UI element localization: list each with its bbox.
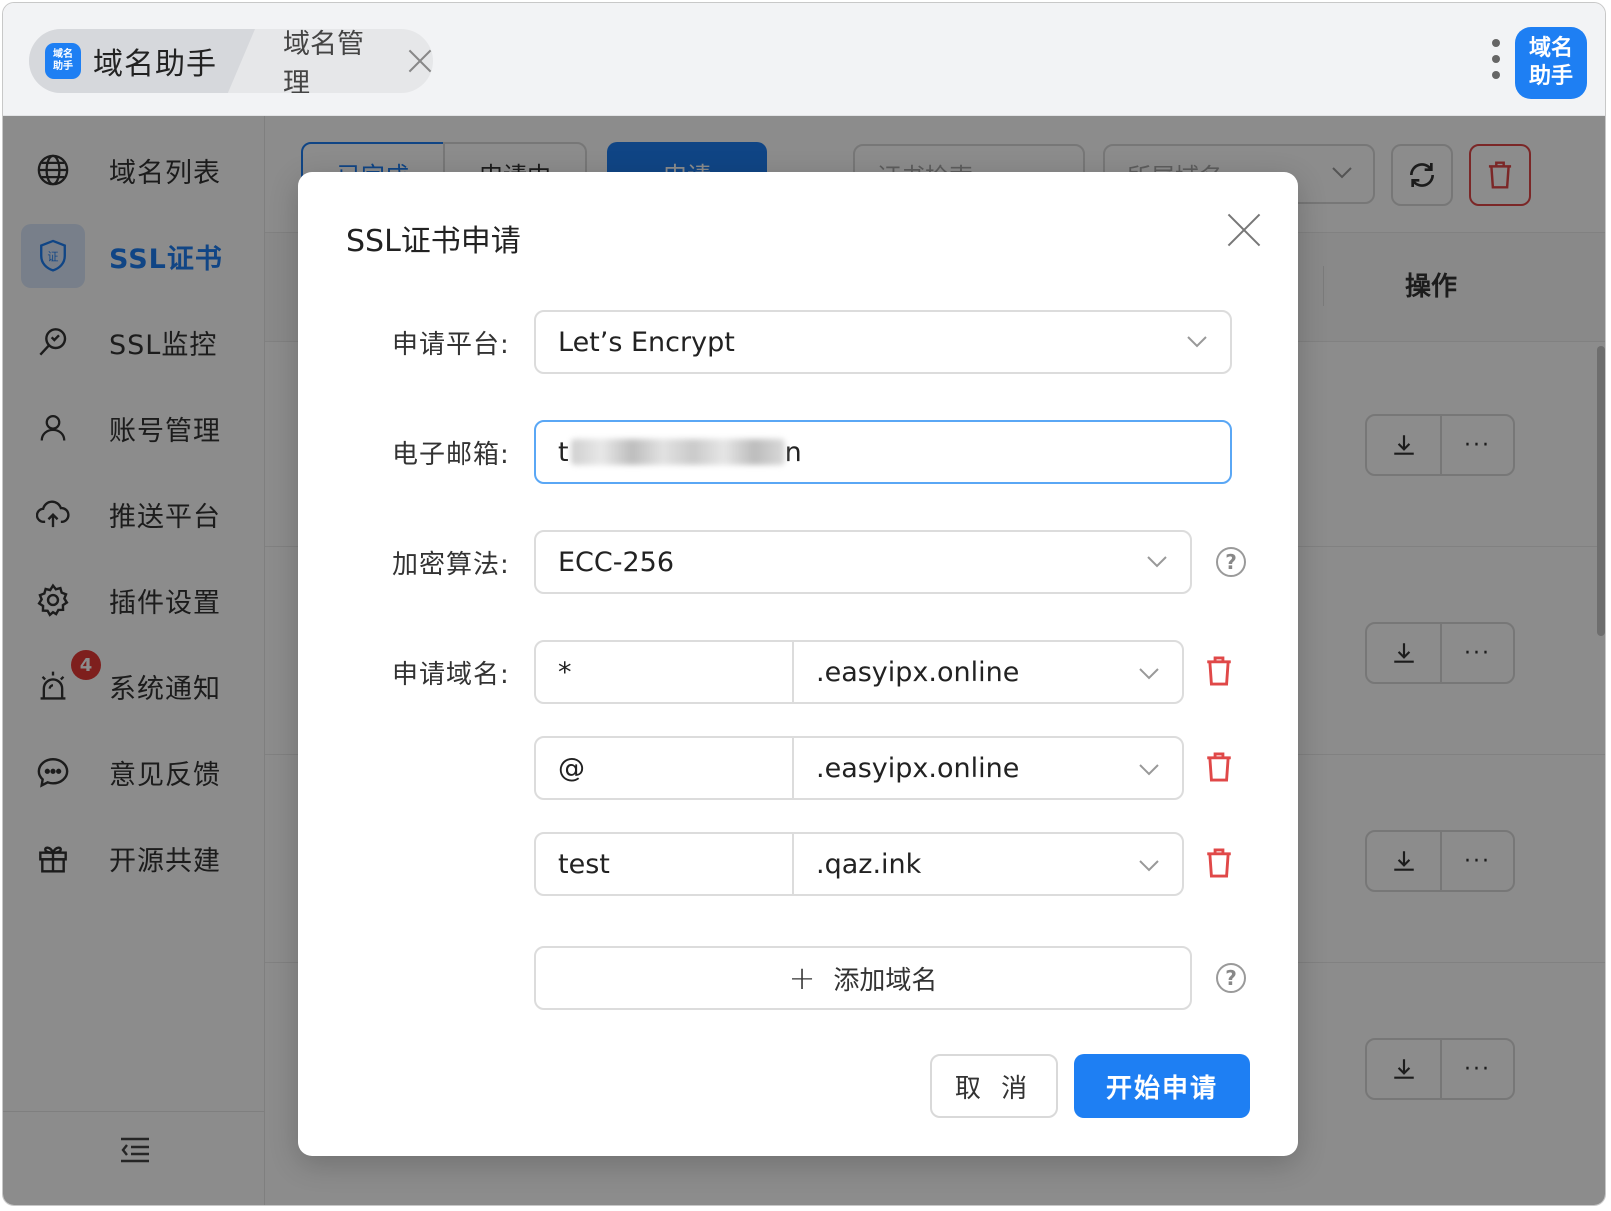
close-icon[interactable] — [1226, 212, 1262, 248]
root-domain-select[interactable]: .easyipx.online — [792, 640, 1184, 704]
tab-domain-label: 域名管理 — [283, 29, 364, 93]
subdomain-input[interactable]: * — [534, 640, 794, 704]
email-redaction-mask — [570, 439, 785, 465]
tab-close-icon[interactable] — [406, 47, 433, 75]
more-menu-icon[interactable] — [1490, 39, 1502, 85]
add-domain-help-icon[interactable]: ? — [1216, 963, 1246, 993]
root-domain-select[interactable]: .qaz.ink — [792, 832, 1184, 896]
chevron-down-icon — [1147, 556, 1167, 568]
plus-icon: + — [788, 959, 816, 997]
subdomain-input[interactable]: @ — [534, 736, 794, 800]
ssl-apply-dialog: SSL证书申请 申请平台: Let’s Encrypt 电子邮箱: t n 加密… — [298, 172, 1298, 1156]
platform-value: Let’s Encrypt — [558, 326, 735, 358]
chevron-down-icon — [1187, 336, 1207, 348]
email-value-end: n — [784, 436, 802, 468]
domain-row: test .qaz.ink — [534, 832, 1231, 896]
algorithm-help-icon[interactable]: ? — [1216, 547, 1246, 577]
add-domain-button[interactable]: + 添加域名 — [534, 946, 1192, 1010]
brand-logo-icon: 域名 助手 — [1515, 27, 1587, 99]
delete-domain-icon[interactable] — [1204, 846, 1234, 880]
chevron-down-icon — [1139, 860, 1159, 872]
tab-domain-management[interactable]: 域名管理 — [261, 29, 433, 93]
cancel-button[interactable]: 取 消 — [930, 1054, 1058, 1118]
platform-label: 申请平台: — [392, 330, 510, 360]
chevron-down-icon — [1139, 764, 1159, 776]
top-bar: 域名 助手 域名助手 域名管理 域名 助手 — [3, 3, 1605, 116]
app-logo-icon: 域名 助手 — [45, 43, 81, 79]
root-domain-select[interactable]: .easyipx.online — [792, 736, 1184, 800]
subdomain-input[interactable]: test — [534, 832, 794, 896]
email-field[interactable]: t n — [534, 420, 1232, 484]
start-apply-button[interactable]: 开始申请 — [1074, 1054, 1250, 1118]
email-value-start: t — [558, 436, 569, 468]
domain-row: * .easyipx.online — [534, 640, 1231, 704]
tab-strip: 域名 助手 域名助手 域名管理 — [29, 29, 433, 93]
tab-home[interactable]: 域名 助手 域名助手 — [29, 29, 255, 93]
delete-domain-icon[interactable] — [1204, 750, 1234, 784]
delete-domain-icon[interactable] — [1204, 654, 1234, 688]
email-label: 电子邮箱: — [392, 440, 510, 470]
domain-row: @ .easyipx.online — [534, 736, 1231, 800]
chevron-down-icon — [1139, 668, 1159, 680]
platform-select[interactable]: Let’s Encrypt — [534, 310, 1232, 374]
tab-home-label: 域名助手 — [93, 47, 217, 82]
algorithm-select[interactable]: ECC-256 — [534, 530, 1192, 594]
domains-label: 申请域名: — [392, 660, 510, 690]
algorithm-value: ECC-256 — [558, 546, 675, 578]
dialog-title: SSL证书申请 — [346, 224, 521, 259]
algorithm-label: 加密算法: — [392, 550, 510, 580]
